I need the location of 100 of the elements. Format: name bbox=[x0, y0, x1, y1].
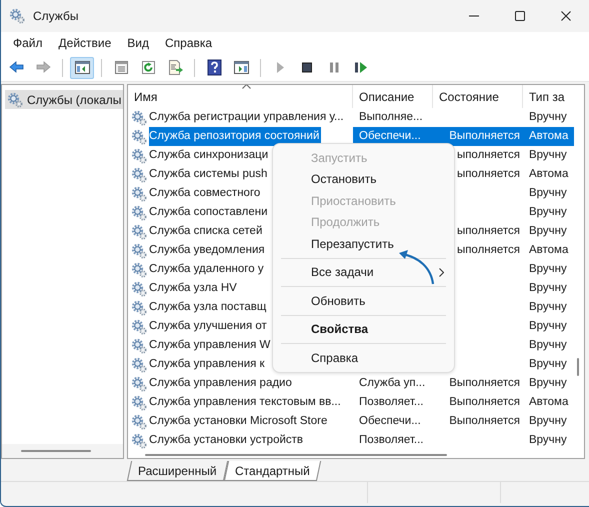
menu-item[interactable]: Действие bbox=[50, 32, 120, 54]
service-name[interactable]: Служба регистрации управления у... bbox=[149, 108, 346, 127]
tab[interactable]: Расширенный bbox=[126, 461, 228, 481]
gear-icon bbox=[131, 356, 147, 372]
menu-item[interactable]: Все задачи bbox=[273, 262, 454, 283]
gear-icon bbox=[7, 92, 23, 108]
maximize-icon bbox=[515, 11, 525, 21]
column-header[interactable]: Описание bbox=[353, 85, 433, 108]
startup-type: Вручну bbox=[528, 280, 567, 296]
chevron-right-icon bbox=[439, 268, 444, 277]
service-status: Выполняется bbox=[449, 414, 520, 429]
help-icon bbox=[206, 59, 222, 76]
tab[interactable]: Стандартный bbox=[223, 461, 321, 481]
menu-item[interactable]: Справка bbox=[157, 32, 220, 54]
startup-type: Вручну bbox=[528, 300, 567, 315]
startup-type: Вручну bbox=[528, 148, 567, 163]
gear-icon bbox=[131, 262, 147, 278]
column-header[interactable]: Имя bbox=[128, 85, 353, 108]
console-window-icon bbox=[232, 59, 250, 76]
startup-type: Вручну bbox=[528, 110, 567, 125]
service-name[interactable]: Служба репозитория состояний bbox=[149, 127, 322, 146]
startup-type: Автома bbox=[528, 394, 568, 410]
startup-type: Вручну bbox=[528, 224, 567, 239]
menu-item[interactable]: Свойства bbox=[273, 318, 454, 340]
refresh-icon bbox=[140, 59, 156, 76]
startup-type: Вручну bbox=[528, 262, 567, 277]
gear-icon bbox=[131, 318, 147, 334]
startup-type: Вручну bbox=[528, 186, 567, 201]
service-status: Выполняется bbox=[449, 376, 520, 391]
gear-icon bbox=[131, 186, 147, 202]
gear-icon bbox=[131, 128, 147, 144]
service-name[interactable]: Служба управления W bbox=[149, 336, 272, 355]
window-title: Службы bbox=[33, 8, 78, 25]
resume-icon bbox=[352, 59, 370, 76]
service-description: Позволяет... bbox=[358, 432, 424, 448]
sort-caret-icon bbox=[242, 85, 251, 89]
annotation-arrow bbox=[397, 248, 437, 286]
startup-type: Автома bbox=[528, 128, 568, 144]
service-name[interactable]: Служба управления текстовым вв... bbox=[149, 393, 343, 412]
gear-icon bbox=[131, 242, 147, 258]
service-name[interactable]: Служба узла поставщ bbox=[149, 298, 268, 317]
gear-icon bbox=[131, 166, 147, 182]
gear-icon bbox=[131, 110, 147, 126]
menu-item[interactable]: Файл bbox=[5, 32, 51, 54]
service-description: Позволяет... bbox=[358, 394, 424, 410]
service-name[interactable]: Служба управления к bbox=[149, 355, 267, 374]
menu-item[interactable]: Остановить bbox=[273, 168, 454, 190]
startup-type: Вручну bbox=[528, 414, 567, 429]
startup-type: Автома bbox=[528, 242, 568, 258]
service-name[interactable]: Служба установки Microsoft Store bbox=[149, 412, 330, 431]
service-name[interactable]: Служба управления радио bbox=[149, 374, 294, 393]
startup-type: Вручну bbox=[528, 356, 567, 372]
list-window-icon bbox=[112, 59, 130, 76]
service-name[interactable]: Служба списка сетей bbox=[149, 222, 264, 241]
gear-icon bbox=[131, 280, 147, 296]
close-icon bbox=[561, 11, 571, 21]
gear-icon bbox=[131, 414, 147, 430]
gear-icon bbox=[131, 300, 147, 316]
service-name[interactable]: Служба совместного bbox=[149, 184, 262, 203]
service-name[interactable]: Служба уведомления bbox=[149, 241, 267, 260]
service-name[interactable]: Служба установки устройств bbox=[149, 431, 306, 450]
menu-item[interactable]: Перезапустить bbox=[273, 233, 454, 254]
minimize-icon bbox=[469, 15, 479, 17]
gear-icon bbox=[131, 376, 147, 392]
service-name[interactable]: Служба улучшения от bbox=[149, 317, 269, 336]
service-name[interactable]: Служба удаленного у bbox=[149, 260, 266, 279]
gear-icon bbox=[131, 204, 147, 220]
gear-icon bbox=[131, 148, 147, 164]
service-name[interactable]: Служба узла HV bbox=[149, 279, 239, 298]
service-name[interactable]: Служба сопоставлени bbox=[149, 203, 270, 222]
gear-icon bbox=[131, 224, 147, 240]
startup-type: Автома bbox=[528, 166, 568, 182]
startup-type: Вручну bbox=[528, 376, 567, 391]
service-status: ыполняется bbox=[456, 148, 520, 163]
menu-item[interactable]: Обновить bbox=[273, 290, 454, 312]
gear-icon bbox=[131, 338, 147, 354]
gear-icon bbox=[131, 394, 147, 410]
column-header[interactable]: Состояние bbox=[433, 85, 523, 108]
service-name[interactable]: Служба синхронизаци bbox=[149, 146, 270, 165]
menu-item[interactable]: Вид bbox=[119, 32, 157, 54]
toolbar-button[interactable] bbox=[70, 56, 94, 78]
service-status: ыполняется bbox=[456, 224, 520, 239]
pane-icon bbox=[74, 59, 90, 76]
gear-icon bbox=[131, 432, 147, 448]
service-description: Обеспечи... bbox=[358, 128, 421, 144]
export-icon bbox=[166, 59, 184, 76]
tree-item[interactable]: Службы (локалы bbox=[5, 90, 123, 109]
menu-item[interactable]: Справка bbox=[273, 347, 454, 368]
column-header[interactable]: Тип за bbox=[523, 85, 574, 108]
service-name[interactable]: Служба системы push bbox=[149, 165, 270, 184]
startup-type: Вручну bbox=[528, 338, 567, 353]
service-description: Обеспечи... bbox=[358, 414, 421, 429]
service-description: Выполняе... bbox=[358, 110, 423, 125]
service-status: Выполняется bbox=[449, 394, 520, 410]
service-status: ыполняется bbox=[456, 242, 520, 258]
horizontal-scrollbar[interactable] bbox=[2, 444, 123, 458]
service-description: Служба уп... bbox=[358, 376, 426, 391]
gear-icon bbox=[9, 8, 25, 24]
startup-type: Вручну bbox=[528, 432, 567, 448]
service-status: Выполняется bbox=[449, 128, 520, 144]
